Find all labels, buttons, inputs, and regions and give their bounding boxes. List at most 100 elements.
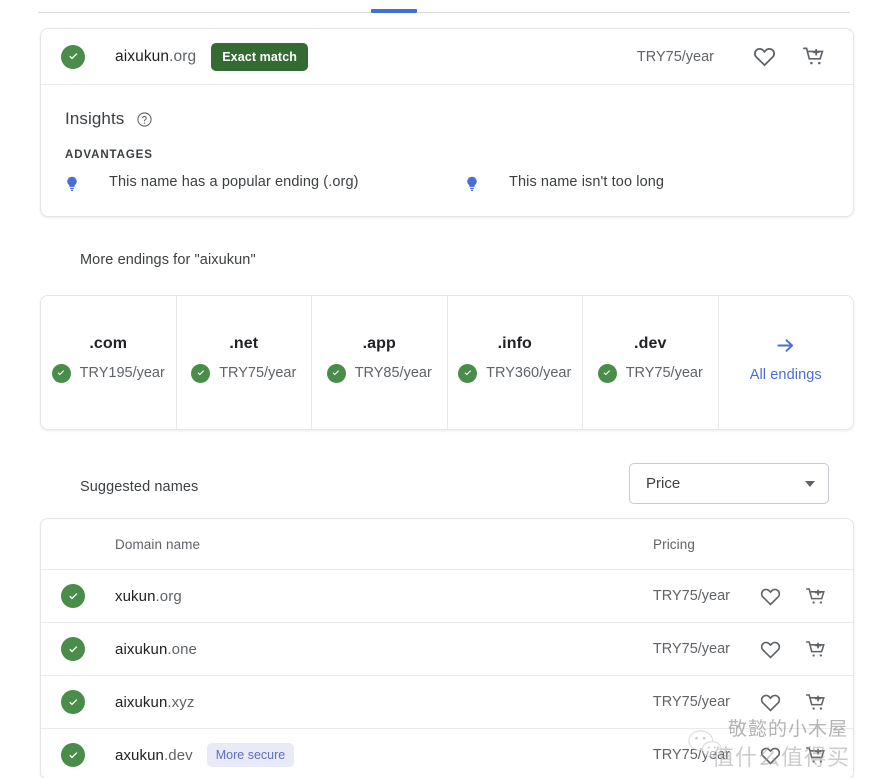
price-sort-value: Price xyxy=(646,475,681,492)
row-domain: xukun.org xyxy=(115,588,182,605)
heart-icon[interactable] xyxy=(752,578,788,614)
all-endings-card[interactable]: All endings xyxy=(719,296,854,429)
suggested-names-table: Domain name Pricing xukun.org TRY75/year xyxy=(40,518,854,778)
heart-icon[interactable] xyxy=(752,737,788,773)
tld-card-net[interactable]: .net TRY75/year xyxy=(177,296,312,429)
row-actions xyxy=(752,631,834,667)
row-actions xyxy=(752,737,834,773)
table-row[interactable]: axukun.dev More secure TRY75/year xyxy=(41,729,853,778)
tld-price-row: TRY195/year xyxy=(51,363,165,383)
domain-tld: .one xyxy=(167,640,198,658)
check-circle-icon xyxy=(61,743,85,767)
all-endings-label: All endings xyxy=(749,367,822,383)
tld-name: .com xyxy=(89,334,128,352)
suggested-names-label: Suggested names xyxy=(80,479,199,495)
chevron-down-icon xyxy=(805,480,815,487)
exact-match-header-row[interactable]: aixukun.org Exact match TRY75/year xyxy=(41,29,853,85)
table-row[interactable]: aixukun.xyz TRY75/year xyxy=(41,676,853,729)
insights-title-row: Insights xyxy=(65,109,833,129)
more-endings-label: More endings for "aixukun" xyxy=(80,252,256,268)
row-price: TRY75/year xyxy=(652,641,730,657)
exact-match-price: TRY75/year xyxy=(636,48,714,65)
row-domain: axukun.dev xyxy=(115,747,193,764)
domain-sld: aixukun xyxy=(115,693,168,711)
tab-strip-divider xyxy=(38,12,850,13)
check-circle-icon xyxy=(326,363,346,383)
tld-name: .app xyxy=(362,334,396,352)
check-circle-icon xyxy=(51,363,71,383)
domain-tld: .dev xyxy=(163,746,193,764)
advantages-label: ADVANTAGES xyxy=(65,149,153,161)
add-to-cart-icon[interactable] xyxy=(798,684,834,720)
heart-icon[interactable] xyxy=(752,684,788,720)
table-row[interactable]: xukun.org TRY75/year xyxy=(41,570,853,623)
tld-price-row: TRY360/year xyxy=(458,363,572,383)
heart-icon[interactable] xyxy=(752,631,788,667)
tld-name: .net xyxy=(229,334,259,352)
check-circle-icon xyxy=(61,690,85,714)
tld-card-dev[interactable]: .dev TRY75/year xyxy=(583,296,719,429)
insights-title: Insights xyxy=(65,109,125,128)
tld-price-row: TRY75/year xyxy=(191,363,297,383)
tld-price: TRY360/year xyxy=(486,365,572,381)
check-circle-icon xyxy=(191,363,211,383)
help-circle-icon[interactable] xyxy=(136,111,153,128)
row-price: TRY75/year xyxy=(652,747,730,763)
add-to-cart-icon[interactable] xyxy=(798,737,834,773)
domain-tld: .org xyxy=(155,587,182,605)
domain-sld: xukun xyxy=(115,587,156,605)
tab-strip xyxy=(38,0,850,13)
advantage-item: This name has a popular ending (.org) xyxy=(65,174,465,193)
row-domain: aixukun.xyz xyxy=(115,694,194,711)
advantage-text: This name isn't too long xyxy=(509,174,665,190)
table-header-row: Domain name Pricing xyxy=(41,519,853,570)
domain-tld: .xyz xyxy=(167,693,195,711)
exact-match-badge: Exact match xyxy=(211,42,308,71)
tld-price: TRY75/year xyxy=(219,365,297,381)
column-header-domain-name: Domain name xyxy=(115,536,201,552)
check-circle-icon xyxy=(597,363,617,383)
row-domain: aixukun.one xyxy=(115,641,197,658)
more-secure-badge: More secure xyxy=(206,743,295,767)
insights-section: Insights ADVANTAGES This name has a popu… xyxy=(41,85,853,193)
active-tab-indicator[interactable] xyxy=(371,9,417,13)
table-row[interactable]: aixukun.one TRY75/year xyxy=(41,623,853,676)
lightbulb-icon xyxy=(65,174,83,193)
advantage-item: This name isn't too long xyxy=(465,174,664,193)
row-price: TRY75/year xyxy=(652,694,730,710)
arrow-right-icon xyxy=(774,334,797,367)
tld-card-info[interactable]: .info TRY360/year xyxy=(448,296,583,429)
tld-name: .dev xyxy=(634,334,667,352)
heart-icon[interactable] xyxy=(744,37,784,77)
add-to-cart-icon[interactable] xyxy=(794,37,834,77)
tld-name: .info xyxy=(497,334,532,352)
tld-card-com[interactable]: .com TRY195/year xyxy=(41,296,177,429)
advantage-text: This name has a popular ending (.org) xyxy=(109,174,359,190)
tld-card-app[interactable]: .app TRY85/year xyxy=(312,296,448,429)
more-endings-card-strip: .com TRY195/year .net TRY75/year .app TR… xyxy=(40,295,854,430)
check-circle-icon xyxy=(61,637,85,661)
tld-price: TRY75/year xyxy=(625,365,703,381)
add-to-cart-icon[interactable] xyxy=(798,631,834,667)
add-to-cart-icon[interactable] xyxy=(798,578,834,614)
domain-sld: aixukun xyxy=(115,47,170,65)
tld-price: TRY85/year xyxy=(354,365,432,381)
price-sort-dropdown[interactable]: Price xyxy=(629,463,829,504)
row-actions xyxy=(752,684,834,720)
domain-sld: aixukun xyxy=(115,640,168,658)
domain-sld: axukun xyxy=(115,746,164,764)
check-circle-icon xyxy=(458,363,478,383)
domain-tld: .org xyxy=(169,47,197,65)
tld-price: TRY195/year xyxy=(79,365,165,381)
exact-match-domain: aixukun.org xyxy=(115,48,196,66)
lightbulb-icon xyxy=(465,174,483,193)
tld-price-row: TRY85/year xyxy=(326,363,432,383)
exact-match-card: aixukun.org Exact match TRY75/year Insig… xyxy=(40,28,854,217)
domain-search-results-page: aixukun.org Exact match TRY75/year Insig… xyxy=(0,0,888,778)
advantages-list: This name has a popular ending (.org) Th… xyxy=(65,174,833,193)
column-header-pricing: Pricing xyxy=(653,536,695,552)
row-price: TRY75/year xyxy=(652,588,730,604)
check-circle-icon xyxy=(61,44,85,69)
check-circle-icon xyxy=(61,584,85,608)
tld-price-row: TRY75/year xyxy=(597,363,703,383)
